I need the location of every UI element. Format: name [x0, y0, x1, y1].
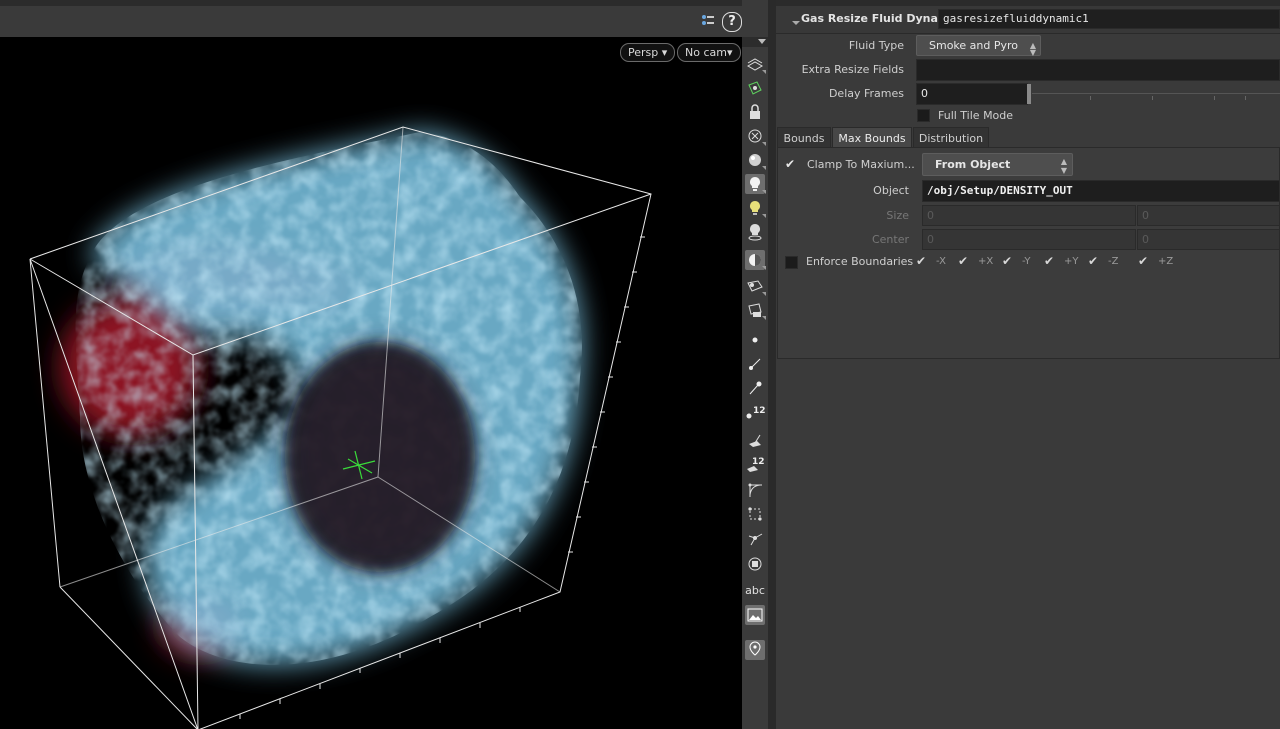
persp-label: Persp	[628, 46, 659, 59]
size-label: Size	[886, 209, 909, 222]
enforce-neg-z-checkmark-icon[interactable]: ✔	[1088, 254, 1098, 268]
headlight-icon[interactable]	[745, 174, 766, 194]
slider-tick	[1245, 96, 1246, 100]
camera-menu-button[interactable]: No cam▾	[677, 43, 741, 62]
camera-label: No cam	[685, 46, 727, 59]
light-bulb-icon[interactable]	[745, 198, 766, 218]
node-name-field[interactable]: gasresizefluiddynamic1	[938, 9, 1280, 29]
clamp-checkmark-icon[interactable]: ✔	[785, 157, 795, 171]
enforce-pos-z-checkmark-icon[interactable]: ✔	[1138, 254, 1148, 268]
point-numbers-icon[interactable]: 12	[745, 402, 765, 422]
node-menu-arrow-icon[interactable]	[792, 21, 800, 25]
lock-camera-icon[interactable]	[745, 102, 765, 122]
display-sphere-icon[interactable]	[745, 150, 766, 170]
object-path-field[interactable]: /obj/Setup/DENSITY_OUT	[922, 180, 1280, 202]
delay-frames-slider-handle[interactable]	[1027, 84, 1031, 104]
persp-menu-button[interactable]: Persp ▾	[620, 43, 676, 62]
camera-view-icon[interactable]	[745, 276, 766, 296]
enforce-neg-x-label: -X	[936, 256, 946, 267]
enforce-boundaries-label: Enforce Boundaries	[806, 255, 914, 268]
smoke-blue-volume	[75, 132, 582, 665]
enforce-pos-y-label: +Y	[1064, 256, 1079, 267]
enforce-pos-x-label: +X	[978, 256, 994, 267]
shading-mode-icon[interactable]	[745, 250, 766, 270]
slider-tick	[1090, 96, 1091, 100]
full-tile-mode-label: Full Tile Mode	[938, 109, 1014, 122]
size-y-field[interactable]: 0	[1137, 205, 1280, 226]
snapping-icon[interactable]	[745, 640, 765, 660]
display-options-icon[interactable]	[700, 14, 714, 28]
delay-frames-slider-track[interactable]	[1032, 93, 1280, 94]
no-wire-icon[interactable]	[745, 126, 766, 146]
fluid-type-menu[interactable]: Smoke and Pyro ▲ ▼	[916, 35, 1041, 57]
viewport-toolbar: ?	[0, 0, 742, 37]
fluid-type-label: Fluid Type	[848, 39, 904, 52]
primitive-numbers-icon[interactable]: 12	[745, 454, 765, 474]
hull-display-icon[interactable]	[745, 480, 765, 500]
enforce-pos-z-label: +Z	[1158, 256, 1174, 267]
slider-tick	[1152, 96, 1153, 100]
enforce-pos-y-checkmark-icon[interactable]: ✔	[1044, 254, 1054, 268]
enforce-boundaries-checkbox[interactable]	[785, 256, 798, 269]
enforce-pos-x-checkmark-icon[interactable]: ✔	[958, 254, 968, 268]
tab-distribution[interactable]: Distribution	[913, 127, 989, 148]
pane-divider[interactable]	[768, 0, 776, 729]
extra-resize-fields-input[interactable]	[916, 59, 1280, 81]
primitive-normals-icon[interactable]	[745, 430, 765, 450]
clamp-label: Clamp To Maxium...	[807, 158, 915, 171]
extra-resize-fields-label: Extra Resize Fields	[801, 63, 904, 76]
tab-max-bounds[interactable]: Max Bounds	[832, 127, 912, 148]
text-labels-icon[interactable]: abc	[745, 580, 765, 600]
grid-display-icon[interactable]	[745, 54, 766, 74]
tab-bounds[interactable]: Bounds	[777, 127, 831, 148]
fluid-type-value: Smoke and Pyro	[929, 39, 1019, 52]
delay-frames-input[interactable]: 0	[916, 83, 1028, 105]
enforce-neg-y-label: -Y	[1022, 256, 1031, 267]
slider-tick	[1214, 96, 1215, 100]
point-normals-icon[interactable]	[745, 354, 765, 374]
background-image-icon[interactable]	[745, 554, 765, 574]
display-image-icon[interactable]	[745, 605, 765, 625]
reference-plane-icon[interactable]	[745, 78, 765, 98]
clamp-source-value: From Object	[935, 158, 1011, 171]
point-numbers-label: 12	[753, 406, 765, 416]
object-label: Object	[873, 184, 909, 197]
clamp-source-menu[interactable]: From Object ▲ ▼	[922, 153, 1073, 176]
display-flipbook-icon[interactable]	[745, 300, 766, 320]
light-linking-icon[interactable]	[745, 222, 765, 242]
node-type-label: Gas Resize Fluid Dynamic	[801, 12, 960, 25]
max-bounds-tab-panel	[777, 147, 1280, 359]
enforce-neg-x-checkmark-icon[interactable]: ✔	[916, 254, 926, 268]
enforce-neg-y-checkmark-icon[interactable]: ✔	[1002, 254, 1012, 268]
uv-display-icon[interactable]	[745, 504, 765, 524]
center-x-field[interactable]: 0	[922, 229, 1136, 250]
full-tile-mode-checkbox[interactable]	[917, 109, 930, 122]
vertex-display-icon[interactable]	[745, 528, 765, 548]
point-trails-icon[interactable]	[745, 378, 765, 398]
help-icon[interactable]: ?	[722, 12, 742, 32]
updown-arrows-icon-bottom: ▼	[1060, 166, 1067, 175]
center-y-field[interactable]: 0	[1137, 229, 1280, 250]
enforce-neg-z-label: -Z	[1108, 256, 1119, 267]
delay-frames-label: Delay Frames	[828, 87, 904, 100]
center-label: Center	[871, 233, 909, 246]
primitive-numbers-label: 12	[752, 457, 765, 467]
size-x-field[interactable]: 0	[922, 205, 1136, 226]
shelf-header	[742, 37, 768, 47]
scene-viewport[interactable]: Persp ▾ No cam▾	[0, 37, 742, 729]
point-display-icon[interactable]	[745, 330, 765, 350]
node-header: Gas Resize Fluid Dynamic gasresizefluidd…	[776, 6, 1280, 34]
